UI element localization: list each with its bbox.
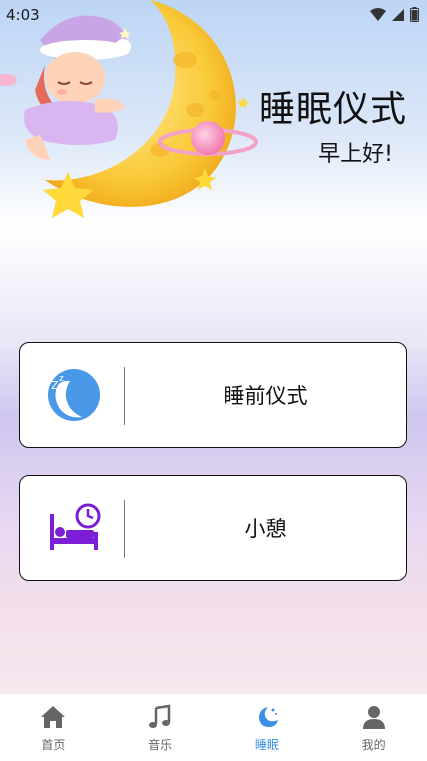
moon-icon: [258, 707, 278, 727]
nap-label: 小憩: [244, 517, 287, 541]
bed-clock-icon: [50, 503, 101, 550]
home-icon: [41, 706, 66, 728]
bottom-nav: 首页 音乐 睡眠 我的: [0, 693, 427, 761]
girl-face: [45, 52, 105, 104]
bedtime-ritual-card[interactable]: Z z 睡前仪式: [19, 342, 407, 448]
nav-profile[interactable]: 我的: [320, 694, 427, 761]
nap-card[interactable]: 小憩: [19, 475, 407, 581]
music-note-icon: [149, 704, 171, 728]
page-title: 睡眠仪式: [258, 89, 407, 130]
sleeping-moon-icon: Z z: [48, 369, 100, 421]
nav-home-label: 首页: [41, 738, 66, 752]
svg-text:Z: Z: [51, 379, 59, 392]
person-icon: [362, 706, 385, 729]
planet: [191, 121, 225, 155]
svg-text:z: z: [59, 374, 64, 384]
nav-music-label: 音乐: [148, 738, 173, 752]
bedtime-ritual-label: 睡前仪式: [223, 384, 308, 408]
nav-home[interactable]: 首页: [0, 694, 107, 761]
star-tiny: [237, 97, 249, 108]
greeting-text: 早上好!: [318, 142, 393, 167]
nav-profile-label: 我的: [361, 738, 386, 752]
nav-sleep-label: 睡眠: [254, 738, 279, 752]
nav-music[interactable]: 音乐: [107, 694, 214, 761]
nav-sleep[interactable]: 睡眠: [214, 694, 321, 761]
